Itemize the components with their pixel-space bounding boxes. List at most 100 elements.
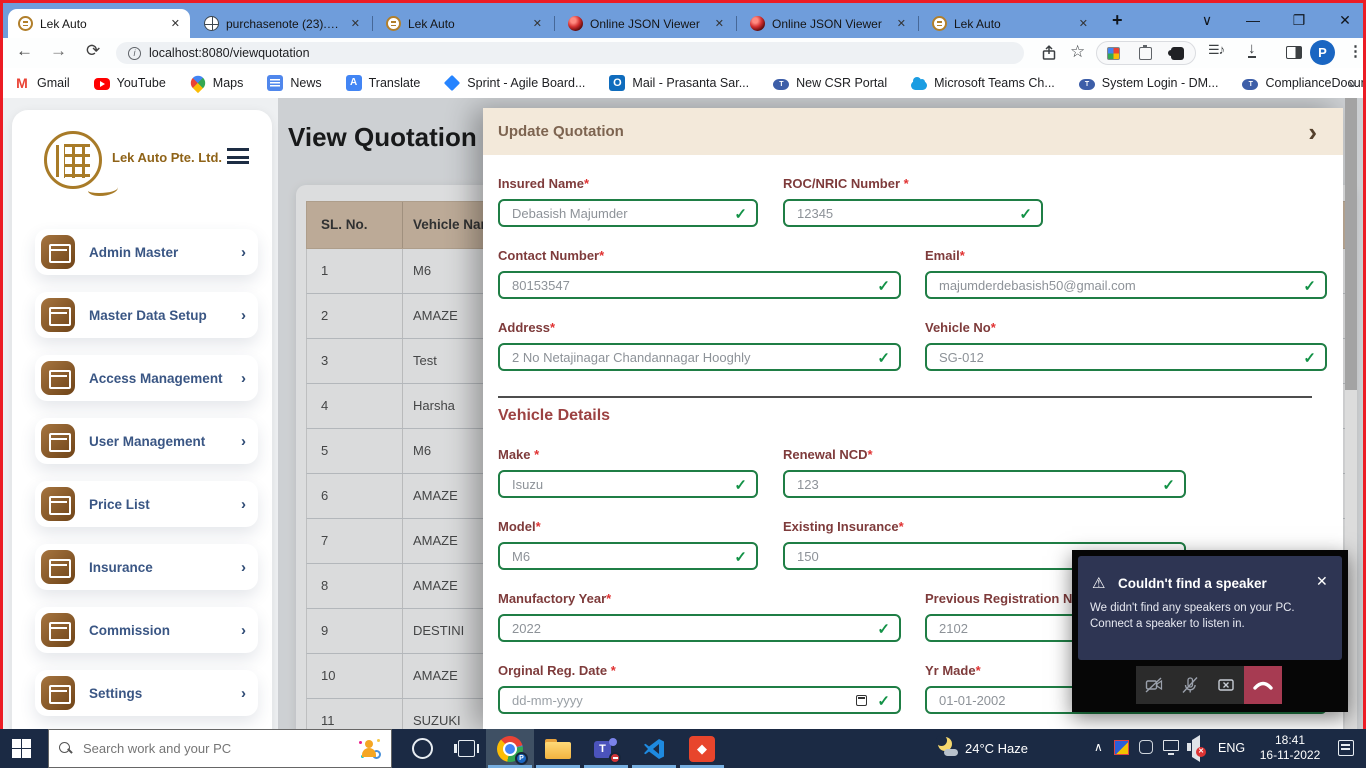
- camera-off-button[interactable]: [1136, 666, 1172, 704]
- tray-device-icon[interactable]: [1139, 740, 1153, 754]
- bookmark-maps[interactable]: Maps: [190, 75, 244, 91]
- taskbar-file-explorer[interactable]: [534, 729, 582, 768]
- tab-lek-auto-2[interactable]: Lek Auto ✕: [376, 9, 552, 38]
- bookmarks-overflow-icon[interactable]: »: [1348, 75, 1356, 91]
- bookmark-youtube[interactable]: YouTube: [94, 76, 166, 90]
- share-icon[interactable]: [1040, 44, 1058, 62]
- language-indicator[interactable]: ENG: [1218, 741, 1245, 755]
- bookmark-microsoft-teams[interactable]: Microsoft Teams Ch...: [911, 76, 1055, 90]
- action-center-icon[interactable]: [1338, 740, 1354, 756]
- side-panel-icon[interactable]: [1286, 46, 1302, 59]
- bookmark-mail-outlook[interactable]: OMail - Prasanta Sar...: [609, 75, 749, 91]
- minimize-window-button[interactable]: —: [1238, 8, 1268, 32]
- sidebar-item-commission[interactable]: Commission ›: [35, 607, 258, 653]
- make-input[interactable]: [500, 472, 756, 496]
- back-icon[interactable]: ←: [16, 41, 33, 61]
- taskbar-red-app[interactable]: ◆: [678, 729, 726, 768]
- valid-check-icon: ✓: [1162, 476, 1175, 494]
- tray-display-icon[interactable]: [1163, 740, 1179, 751]
- chevron-right-icon: ›: [241, 559, 246, 576]
- mic-off-button[interactable]: [1172, 666, 1208, 704]
- roc-nric-input[interactable]: [785, 201, 1041, 225]
- tab-search-chevron-icon[interactable]: ∨: [1192, 8, 1222, 32]
- bookmark-star-icon[interactable]: ☆: [1070, 42, 1085, 62]
- reload-icon[interactable]: ⟳: [86, 41, 100, 61]
- tray-speaker-muted-icon[interactable]: ✕: [1187, 740, 1207, 756]
- tab-json-viewer-2[interactable]: Online JSON Viewer ✕: [740, 9, 916, 38]
- weather-text[interactable]: 24°C Haze: [965, 741, 1028, 756]
- drawer-header: Update Quotation ›: [483, 108, 1343, 155]
- taskbar-search-box[interactable]: [48, 729, 392, 768]
- bookmark-new-csr-portal[interactable]: TNew CSR Portal: [773, 76, 887, 90]
- tray-expand-chevron-icon[interactable]: ∧: [1094, 740, 1103, 754]
- close-notification-icon[interactable]: ✕: [1316, 573, 1328, 590]
- new-tab-button[interactable]: +: [1112, 10, 1123, 31]
- maps-pin-icon: [188, 73, 208, 93]
- email-input[interactable]: [927, 273, 1325, 297]
- stop-share-button[interactable]: [1208, 666, 1244, 704]
- start-button-icon[interactable]: [12, 739, 31, 758]
- tab-purchasenote-pdf[interactable]: purchasenote (23).pdf ✕: [194, 9, 370, 38]
- tab-lek-auto-active[interactable]: Lek Auto ✕: [8, 9, 190, 38]
- tray-app-icon[interactable]: [1114, 740, 1129, 755]
- task-view-icon[interactable]: [458, 740, 475, 757]
- bookmark-sprint-agile-board[interactable]: Sprint - Agile Board...: [444, 75, 585, 91]
- clipboard-icon[interactable]: [1139, 47, 1152, 60]
- hamburger-menu-icon[interactable]: [227, 148, 249, 164]
- close-tab-icon[interactable]: ✕: [349, 17, 362, 30]
- renewal-ncd-input[interactable]: [785, 472, 1184, 496]
- orginal-reg-date-input[interactable]: [500, 688, 899, 712]
- calendar-icon[interactable]: [856, 695, 867, 706]
- downloads-icon[interactable]: ↓: [1248, 42, 1256, 58]
- site-info-icon[interactable]: i: [128, 47, 141, 60]
- archive-icon: [41, 361, 75, 395]
- vehicle-no-input[interactable]: [927, 345, 1325, 369]
- taskbar-clock[interactable]: 18:41 16-11-2022: [1255, 733, 1325, 763]
- close-tab-icon[interactable]: ✕: [531, 17, 544, 30]
- taskbar-teams[interactable]: T: [582, 729, 630, 768]
- tab-title: Lek Auto: [954, 17, 1070, 31]
- tab-lek-auto-3[interactable]: Lek Auto ✕: [922, 9, 1098, 38]
- sidebar-item-master-data-setup[interactable]: Master Data Setup ›: [35, 292, 258, 338]
- taskbar-vscode[interactable]: [630, 729, 678, 768]
- manufactory-year-input[interactable]: [500, 616, 899, 640]
- menu-dots-icon[interactable]: ⋮: [1348, 42, 1363, 60]
- restore-window-button[interactable]: ❐: [1284, 8, 1314, 32]
- url-bar[interactable]: i localhost:8080/viewquotation: [116, 42, 1024, 64]
- address-input[interactable]: [500, 345, 899, 369]
- close-window-button[interactable]: ✕: [1330, 8, 1360, 32]
- tab-groups-icon[interactable]: [1107, 47, 1120, 60]
- collapse-chevron-icon[interactable]: ›: [1308, 122, 1317, 142]
- bookmark-news[interactable]: News: [267, 75, 321, 91]
- tab-title: Online JSON Viewer: [772, 17, 888, 31]
- cortana-icon[interactable]: [412, 738, 433, 759]
- close-tab-icon[interactable]: ✕: [895, 17, 908, 30]
- bookmark-system-login[interactable]: TSystem Login - DM...: [1079, 76, 1219, 90]
- forward-icon[interactable]: →: [50, 41, 67, 61]
- field-contact-number: Contact Number* ✓: [498, 248, 901, 263]
- tab-separator: [372, 16, 373, 31]
- sidebar-item-access-management[interactable]: Access Management ›: [35, 355, 258, 401]
- sidebar-item-admin-master[interactable]: Admin Master ›: [35, 229, 258, 275]
- close-tab-icon[interactable]: ✕: [1077, 17, 1090, 30]
- bookmark-translate[interactable]: ATranslate: [346, 75, 421, 91]
- model-input[interactable]: [500, 544, 756, 568]
- hang-up-button[interactable]: [1244, 666, 1282, 704]
- profile-avatar[interactable]: P: [1310, 40, 1335, 65]
- sidebar-item-price-list[interactable]: Price List ›: [35, 481, 258, 527]
- media-controls-icon[interactable]: ☰♪: [1208, 42, 1224, 58]
- close-tab-icon[interactable]: ✕: [169, 17, 182, 30]
- sidebar-item-insurance[interactable]: Insurance ›: [35, 544, 258, 590]
- tab-json-viewer-1[interactable]: Online JSON Viewer ✕: [558, 9, 734, 38]
- contact-number-input[interactable]: [500, 273, 899, 297]
- close-tab-icon[interactable]: ✕: [713, 17, 726, 30]
- scrollbar-thumb[interactable]: [1345, 98, 1357, 390]
- field-orginal-reg-date: Orginal Reg. Date * ✓: [498, 663, 901, 678]
- taskbar-chrome-active[interactable]: P: [486, 729, 534, 768]
- sidebar-item-settings[interactable]: Settings ›: [35, 670, 258, 716]
- sidebar-item-user-management[interactable]: User Management ›: [35, 418, 258, 464]
- insured-name-input[interactable]: [500, 201, 756, 225]
- extensions-puzzle-icon[interactable]: [1171, 47, 1184, 60]
- bookmark-gmail[interactable]: MGmail: [14, 75, 70, 91]
- taskbar-search-input[interactable]: [83, 741, 349, 756]
